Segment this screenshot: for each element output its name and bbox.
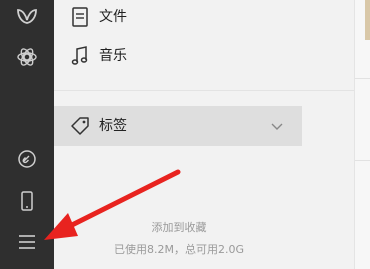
storage-usage-text: 已使用8.2M，总可用2.0G <box>113 243 244 256</box>
add-to-favorites-link[interactable]: 添加到收藏 <box>54 221 304 235</box>
left-rail <box>0 0 54 269</box>
files-label: 文件 <box>99 9 127 25</box>
phone-icon[interactable] <box>0 184 54 218</box>
thumbnail <box>365 0 370 40</box>
logo-butterfly-icon[interactable] <box>0 0 54 34</box>
file-icon <box>72 7 88 27</box>
nav-item-tags[interactable]: 标签 <box>54 106 302 146</box>
link-icon[interactable] <box>0 142 54 176</box>
row-divider <box>355 78 370 79</box>
menu-icon[interactable] <box>0 225 54 259</box>
community-icon[interactable] <box>0 40 54 74</box>
row-divider <box>355 160 370 161</box>
nav-item-music[interactable]: 音乐 <box>54 39 354 73</box>
nav-item-files[interactable]: 文件 <box>54 0 354 34</box>
tag-icon <box>71 117 89 135</box>
tags-label: 标签 <box>99 118 127 134</box>
music-icon <box>71 46 88 65</box>
chevron-down-icon[interactable] <box>270 121 284 131</box>
content-edge <box>354 0 370 269</box>
music-label: 音乐 <box>99 48 127 64</box>
divider <box>54 90 354 91</box>
